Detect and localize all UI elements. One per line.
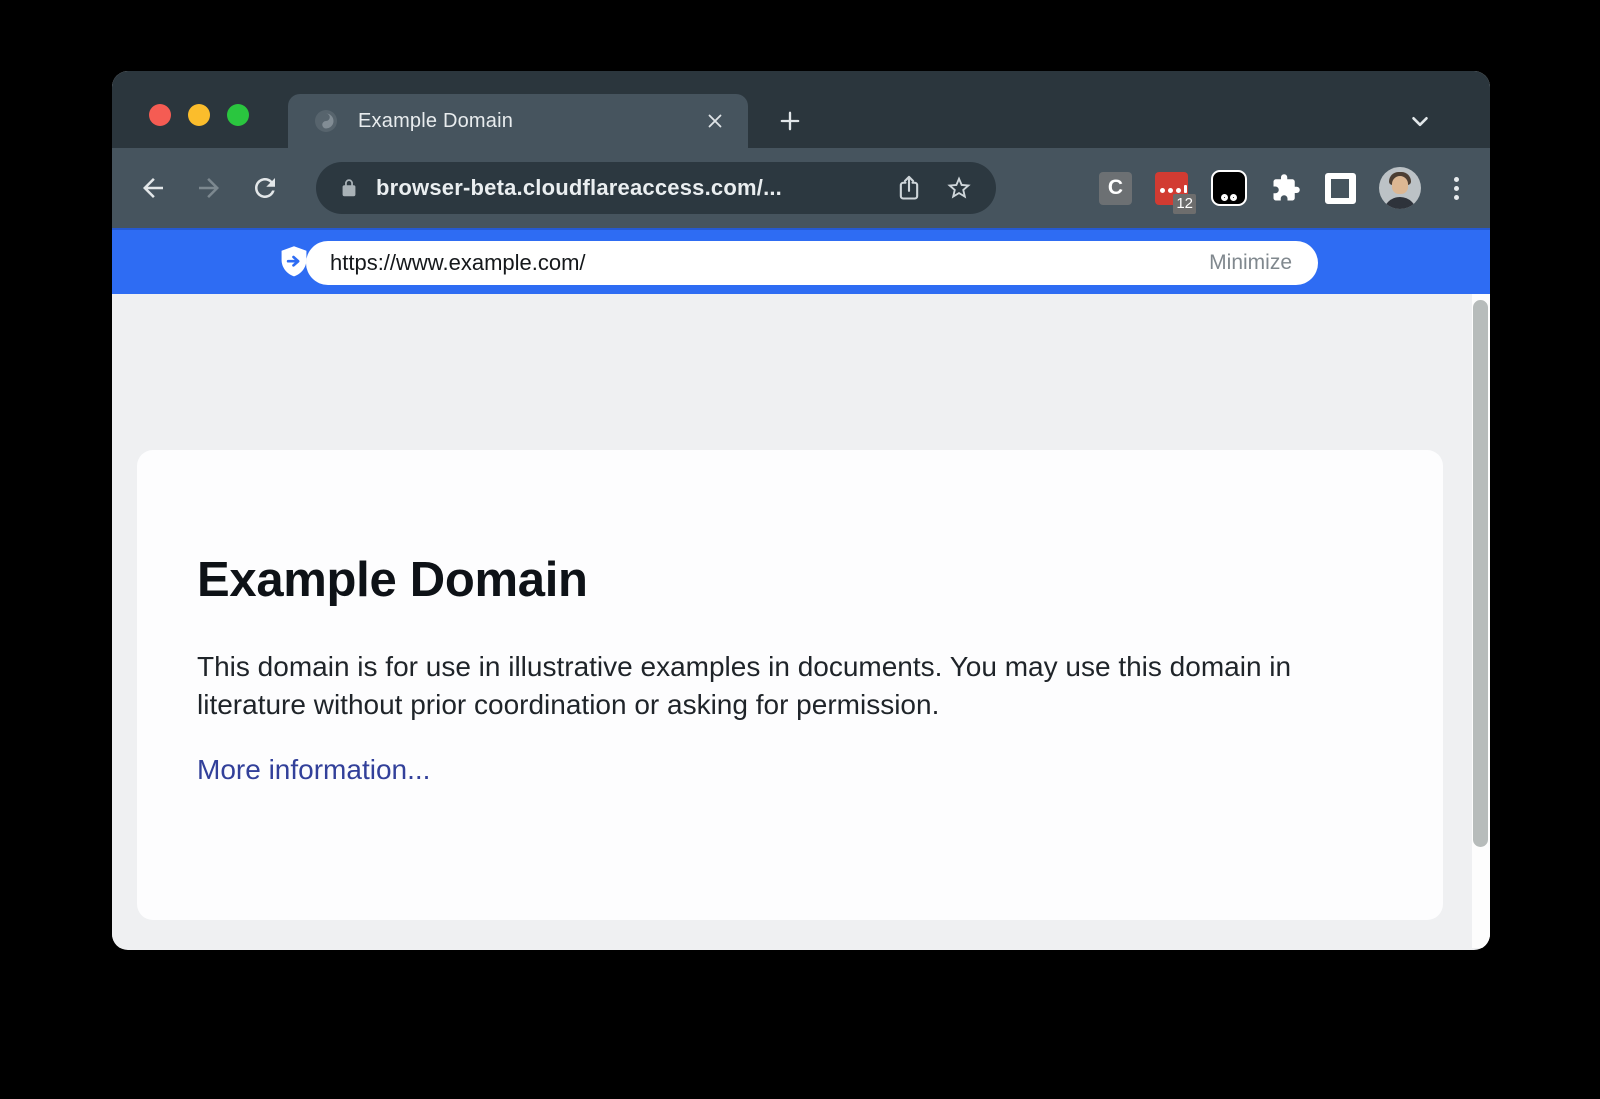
extension-c-icon[interactable]: C — [1099, 172, 1132, 205]
zoom-window-button[interactable] — [227, 104, 249, 126]
isolation-bar: Minimize — [112, 228, 1490, 294]
reload-icon[interactable] — [248, 171, 282, 205]
extension-goggles-icon[interactable] — [1211, 170, 1247, 206]
back-icon[interactable] — [136, 171, 170, 205]
extension-red-dots-icon[interactable]: 12 — [1155, 172, 1188, 205]
browser-window: Example Domain — [112, 71, 1490, 950]
extensions-area: C 12 — [1099, 167, 1468, 209]
scrollbar-thumb[interactable] — [1473, 300, 1488, 847]
active-tab[interactable]: Example Domain — [288, 94, 748, 148]
browser-toolbar: browser-beta.cloudflareaccess.com/... C … — [112, 148, 1490, 228]
chrome-menu-icon[interactable] — [1444, 170, 1468, 206]
tab-strip: Example Domain — [112, 71, 1490, 148]
page-description: This domain is for use in illustrative e… — [197, 648, 1352, 724]
new-tab-button[interactable] — [774, 105, 806, 137]
bookmark-star-icon[interactable] — [944, 173, 974, 203]
page-viewport: Example Domain This domain is for use in… — [112, 294, 1490, 948]
isolation-url-pill: Minimize — [306, 241, 1318, 285]
omnibox[interactable]: browser-beta.cloudflareaccess.com/... — [316, 162, 996, 214]
avatar-shoulders — [1383, 197, 1417, 209]
traffic-lights — [149, 104, 249, 126]
scrollbar-track[interactable] — [1472, 294, 1490, 948]
profile-avatar[interactable] — [1379, 167, 1421, 209]
extensions-puzzle-icon[interactable] — [1270, 172, 1302, 204]
side-panel-icon[interactable] — [1325, 173, 1356, 204]
isolation-url-input[interactable] — [330, 250, 1209, 276]
red-dots-glyph — [1160, 185, 1187, 193]
share-icon[interactable] — [894, 173, 924, 203]
forward-icon[interactable] — [192, 171, 226, 205]
tab-favicon-icon — [314, 109, 338, 133]
more-information-link[interactable]: More information... — [197, 754, 430, 786]
tab-title: Example Domain — [358, 110, 702, 133]
tab-close-icon[interactable] — [702, 108, 728, 134]
avatar-face — [1392, 176, 1408, 194]
example-domain-card: Example Domain This domain is for use in… — [137, 450, 1443, 920]
lock-icon[interactable] — [338, 177, 360, 199]
minimize-bar-button[interactable]: Minimize — [1209, 251, 1292, 275]
page-title: Example Domain — [197, 552, 1383, 608]
screenshot-stage: Example Domain — [0, 0, 1600, 1099]
extension-badge: 12 — [1173, 194, 1196, 214]
minimize-window-button[interactable] — [188, 104, 210, 126]
close-window-button[interactable] — [149, 104, 171, 126]
tab-search-chevron-icon[interactable] — [1406, 107, 1434, 135]
omnibox-url-text[interactable]: browser-beta.cloudflareaccess.com/... — [376, 175, 874, 201]
